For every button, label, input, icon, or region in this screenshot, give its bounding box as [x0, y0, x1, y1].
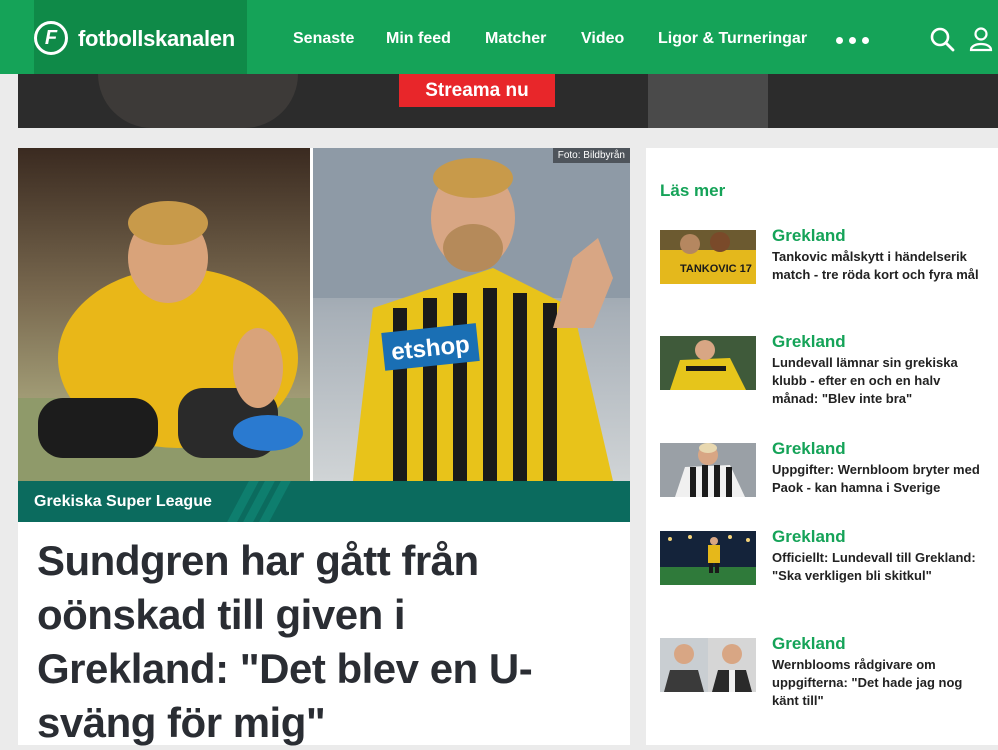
hero-image[interactable]: etshop Foto: Bildbyrån: [18, 148, 630, 481]
article-thumbnail: [660, 531, 756, 585]
logo-text: fotbollskanalen: [78, 26, 235, 51]
list-item-title: Wernblooms rådgivare om uppgifterna: "De…: [772, 657, 963, 708]
nav-min-feed[interactable]: Min feed: [386, 30, 451, 48]
svg-text:TANKOVIC 17: TANKOVIC 17: [680, 263, 752, 275]
list-item[interactable]: Grekland Uppgifter: Wernbloom bryter med…: [660, 439, 990, 513]
article-headline[interactable]: Sundgren har gått från oönskad till give…: [37, 534, 597, 750]
list-item-title: Uppgifter: Wernbloom bryter med Paok - k…: [772, 462, 980, 495]
list-item[interactable]: TANKOVIC 17 Grekland Tankovic målskytt i…: [660, 226, 990, 300]
sidebar-title: Läs mer: [660, 181, 726, 200]
nav-senaste[interactable]: Senaste: [293, 30, 354, 48]
list-item[interactable]: Grekland Lundevall lämnar sin grekiska k…: [660, 332, 990, 406]
list-item-category: Grekland: [772, 527, 846, 546]
article-thumbnail: [660, 443, 756, 497]
nav-matcher[interactable]: Matcher: [485, 30, 546, 48]
logo-icon: F: [34, 21, 68, 55]
user-icon[interactable]: [968, 26, 994, 52]
list-item-title: Officiellt: Lundevall till Grekland: "Sk…: [772, 550, 976, 583]
nav-video[interactable]: Video: [581, 30, 624, 48]
list-item-category: Grekland: [772, 226, 846, 245]
more-dots-icon[interactable]: [836, 37, 869, 44]
article-thumbnail: [660, 638, 756, 692]
list-item-title: Tankovic målskytt i händelserik match - …: [772, 249, 979, 282]
article-card[interactable]: Sundgren har gått från oönskad till give…: [18, 522, 630, 746]
list-item-category: Grekland: [772, 439, 846, 458]
read-more-sidebar: Läs mer TANKOVIC 17 Grekland Tankovic må…: [646, 148, 998, 745]
hero-photo-right: etshop Foto: Bildbyrån: [313, 148, 630, 481]
article-thumbnail: TANKOVIC 17: [660, 230, 756, 284]
list-item-category: Grekland: [772, 332, 846, 351]
top-navigation-bar: F fotbollskanalen Senaste Min feed Match…: [0, 0, 998, 74]
category-label: Grekiska Super League: [34, 493, 212, 510]
list-item[interactable]: Grekland Wernblooms rådgivare om uppgift…: [660, 634, 990, 708]
article-thumbnail: [660, 336, 756, 390]
list-item-category: Grekland: [772, 634, 846, 653]
banner-image-2: [648, 74, 768, 128]
search-icon[interactable]: [929, 26, 955, 52]
banner-image: [98, 74, 298, 128]
photo-credit: Foto: Bildbyrån: [552, 148, 630, 163]
stream-now-button[interactable]: Streama nu: [399, 74, 555, 107]
nav-ligor-turneringar[interactable]: Ligor & Turneringar: [658, 30, 807, 48]
list-item[interactable]: Grekland Officiellt: Lundevall till Grek…: [660, 527, 990, 601]
site-logo[interactable]: F fotbollskanalen: [34, 0, 247, 74]
category-bar[interactable]: Grekiska Super League: [18, 481, 630, 522]
hero-photo-left: [18, 148, 310, 481]
list-item-title: Lundevall lämnar sin grekiska klubb - ef…: [772, 355, 958, 406]
